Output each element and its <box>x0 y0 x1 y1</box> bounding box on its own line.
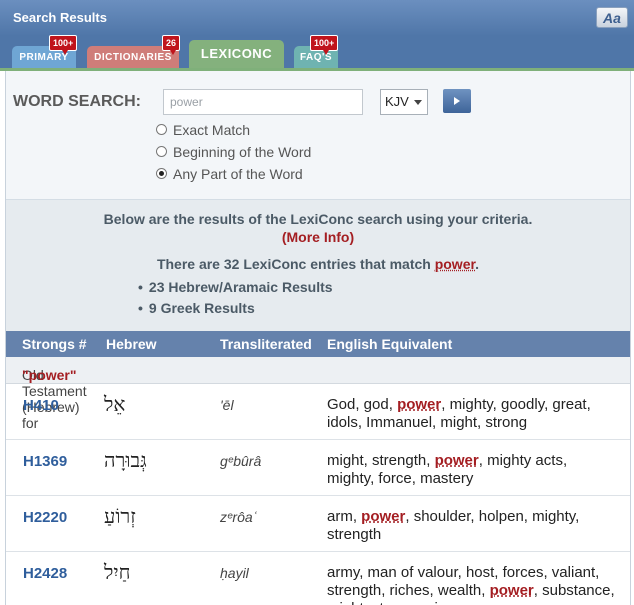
count-suffix: . <box>475 256 480 272</box>
lexiconc-panel: WORD SEARCH: KJV Exact Match Beginning o… <box>5 71 631 605</box>
version-value: KJV <box>385 94 409 109</box>
highlighted-term: power <box>434 452 479 469</box>
english-equivalent: arm, power, shoulder, holpen, mighty, st… <box>327 508 617 544</box>
radio-button[interactable] <box>156 168 167 179</box>
title-bar: Search Results Aa <box>0 0 634 36</box>
transliteration: gᵉbûrâ <box>220 453 262 469</box>
hebrew-word: חַיִל <box>104 560 131 584</box>
count-badge: 100+ <box>310 35 339 55</box>
transliteration: ḥayil <box>220 565 249 581</box>
tab-label: LEXICONC <box>200 46 273 61</box>
transliteration: 'ēl <box>220 397 234 413</box>
tab-lexiconc[interactable]: LEXICONC <box>189 40 284 68</box>
english-equivalent: army, man of valour, host, forces, valia… <box>327 564 617 605</box>
hebrew-results-link[interactable]: 23 Hebrew/Aramaic Results <box>138 279 333 295</box>
english-text: might, strength, <box>327 452 435 469</box>
results-count: There are 32 LexiConc entries that match… <box>6 256 630 272</box>
table-row: H1369 גְּבוּרָה gᵉbûrâ might, strength, pow… <box>6 440 630 496</box>
english-equivalent: might, strength, power, mighty acts, mig… <box>327 452 617 488</box>
column-strongs: Strongs # <box>22 336 87 352</box>
count-badge: 100+ <box>49 35 78 55</box>
tab-primary[interactable]: PRIMARY 100+ <box>12 35 78 68</box>
strongs-number-link[interactable]: H1369 <box>23 453 67 470</box>
count-badge: 26 <box>162 35 181 55</box>
radio-button[interactable] <box>156 124 167 135</box>
highlighted-term: power <box>361 508 406 525</box>
column-hebrew: Hebrew <box>106 336 157 352</box>
option-label: Exact Match <box>173 122 251 138</box>
highlighted-term: power <box>489 582 534 599</box>
table-row: H2428 חַיִל ḥayil army, man of valour, host… <box>6 552 630 605</box>
more-info-link[interactable]: (More Info) <box>6 229 630 245</box>
results-intro: Below are the results of the LexiConc se… <box>103 211 533 227</box>
option-label: Beginning of the Word <box>173 144 312 160</box>
tab-label: DICTIONARIES <box>94 52 172 63</box>
column-transliterated: Transliterated <box>220 336 312 352</box>
strongs-number-link[interactable]: H2220 <box>23 509 67 526</box>
chevron-down-icon <box>414 100 422 105</box>
english-text: arm, <box>327 508 362 525</box>
highlighted-term: power <box>397 396 442 413</box>
section-heading: Old Testament (Hebrew) for "power" <box>6 357 630 431</box>
table-row: H410 אֵל 'ēl God, god, power, mighty, goodl… <box>6 384 630 440</box>
english-equivalent: God, god, power, mighty, goodly, great, … <box>327 396 617 432</box>
tab-dictionaries[interactable]: DICTIONARIES 26 <box>87 35 181 68</box>
search-go-button[interactable] <box>443 89 471 113</box>
radio-button[interactable] <box>156 146 167 157</box>
table-row: H2220 זְרוֹעַ zᵉrôaʿ arm, power, shoulder, … <box>6 496 630 552</box>
hebrew-word: אֵל <box>104 392 126 416</box>
count-term-link[interactable]: power <box>435 256 475 272</box>
strongs-number-link[interactable]: H2428 <box>23 565 67 582</box>
english-text: God, god, <box>327 396 398 413</box>
window-title: Search Results <box>13 10 107 25</box>
column-english: English Equivalent <box>327 336 453 352</box>
tab-bar: PRIMARY 100+ DICTIONARIES 26 LEXICONC FA… <box>0 35 634 71</box>
strongs-number-link[interactable]: H410 <box>23 397 59 414</box>
transliteration: zᵉrôaʿ <box>220 509 258 525</box>
option-label: Any Part of the Word <box>173 166 303 182</box>
table-header: Strongs # Hebrew Transliterated English … <box>6 331 630 357</box>
word-search-label: WORD SEARCH: <box>13 93 141 110</box>
count-prefix: There are 32 LexiConc entries that match <box>156 256 435 272</box>
hebrew-word: גְּבוּרָה <box>104 448 147 472</box>
version-select[interactable]: KJV <box>380 89 428 115</box>
search-input[interactable] <box>163 89 363 115</box>
font-size-button[interactable]: Aa <box>596 7 628 28</box>
greek-results-link[interactable]: 9 Greek Results <box>138 300 255 316</box>
search-area: WORD SEARCH: KJV Exact Match Beginning o… <box>6 71 630 200</box>
section-term: "power" <box>22 367 77 383</box>
results-summary: Below are the results of the LexiConc se… <box>6 200 630 331</box>
hebrew-word: זְרוֹעַ <box>104 504 136 528</box>
tab-faqs[interactable]: FAQ'S 100+ <box>294 35 339 68</box>
